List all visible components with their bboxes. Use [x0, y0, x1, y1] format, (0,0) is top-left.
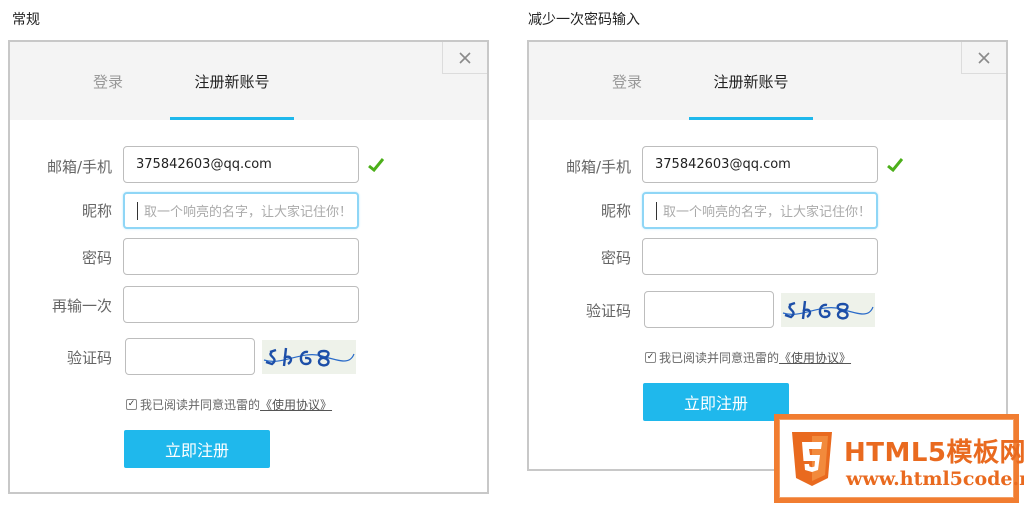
checkbox-checked-icon[interactable]: ✓ [645, 352, 656, 363]
text-caret [656, 201, 657, 220]
account-label: 邮箱/手机 [46, 158, 112, 176]
section-title-regular: 常规 [12, 12, 40, 28]
terms-link[interactable]: 《使用协议》 [260, 396, 332, 413]
captcha-image[interactable] [781, 293, 875, 327]
register-button[interactable]: 立即注册 [124, 430, 270, 468]
password-confirm-input[interactable] [123, 286, 359, 323]
captcha-label: 验证码 [585, 302, 631, 320]
captcha-image[interactable] [262, 340, 356, 374]
close-icon [978, 51, 990, 64]
checkbox-checked-icon[interactable]: ✓ [126, 399, 137, 410]
nickname-placeholder: 取一个响亮的名字，让大家记住你！ [144, 205, 353, 220]
watermark-inner: HTML5模板网 www.html5code.net [779, 419, 1024, 498]
nickname-input[interactable]: 取一个响亮的名字，让大家记住你！ [642, 192, 878, 229]
watermark-brand: HTML5模板网 [844, 438, 1024, 468]
nickname-placeholder: 取一个响亮的名字，让大家记住你！ [663, 205, 872, 220]
account-label: 邮箱/手机 [565, 158, 631, 176]
account-input[interactable]: 375842603@qq.com [642, 146, 878, 183]
account-value: 375842603@qq.com [136, 157, 272, 172]
nickname-input[interactable]: 取一个响亮的名字，让大家记住你！ [123, 192, 359, 229]
close-button[interactable] [442, 42, 487, 74]
captcha-input[interactable] [644, 291, 774, 328]
agreement-row[interactable]: ✓ 我已阅读并同意迅雷的 《使用协议》 [645, 349, 851, 366]
tab-register[interactable]: 注册新账号 [170, 42, 294, 120]
agreement-text: 我已阅读并同意迅雷的 [140, 398, 261, 412]
account-value: 375842603@qq.com [655, 157, 791, 172]
account-input[interactable]: 375842603@qq.com [123, 146, 359, 183]
agreement-text: 我已阅读并同意迅雷的 [659, 351, 780, 365]
tab-register[interactable]: 注册新账号 [689, 42, 813, 120]
register-dialog-regular: 登录 注册新账号 邮箱/手机 375842603@qq.com 昵称 取一个响亮… [8, 40, 489, 494]
password-confirm-label: 再输一次 [51, 297, 112, 315]
text-caret [137, 201, 138, 220]
close-icon [459, 51, 471, 64]
tab-login[interactable]: 登录 [565, 42, 689, 120]
captcha-label: 验证码 [66, 349, 112, 367]
password-label: 密码 [81, 249, 112, 267]
tab-login[interactable]: 登录 [46, 42, 170, 120]
html5-shield-icon [792, 432, 832, 486]
register-button[interactable]: 立即注册 [643, 383, 789, 421]
password-input[interactable] [123, 238, 359, 275]
password-input[interactable] [642, 238, 878, 275]
nickname-label: 昵称 [600, 202, 631, 220]
captcha-input[interactable] [125, 338, 255, 375]
register-dialog-fewer-password: 登录 注册新账号 邮箱/手机 375842603@qq.com 昵称 取一个响亮… [527, 40, 1008, 471]
nickname-label: 昵称 [81, 202, 112, 220]
checkmark-icon [368, 158, 384, 172]
section-title-fewer-password: 减少一次密码输入 [528, 12, 640, 28]
watermark-badge: HTML5模板网 www.html5code.net [774, 414, 1024, 503]
watermark-site: www.html5code.net [846, 468, 1024, 490]
close-button[interactable] [961, 42, 1006, 74]
terms-link[interactable]: 《使用协议》 [779, 349, 851, 366]
agreement-row[interactable]: ✓ 我已阅读并同意迅雷的 《使用协议》 [126, 396, 332, 413]
password-label: 密码 [600, 249, 631, 267]
checkmark-icon [887, 158, 903, 172]
